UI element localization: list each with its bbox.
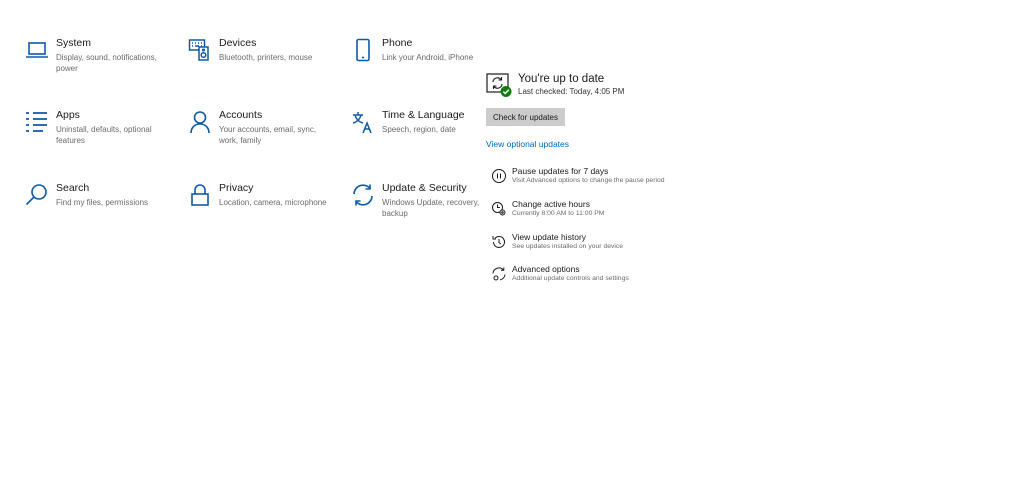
option-title: Change active hours	[512, 199, 590, 209]
keyboard-speaker-icon	[188, 38, 212, 62]
option-description: Additional update controls and settings	[512, 275, 629, 282]
view-optional-updates-link[interactable]: View optional updates	[486, 139, 569, 149]
last-checked-text: Last checked: Today, 4:05 PM	[518, 87, 625, 96]
tile-description: Windows Update, recovery, backup	[382, 198, 480, 218]
tile-description: Location, camera, microphone	[219, 198, 327, 207]
tile-title: Phone	[382, 37, 413, 49]
lock-icon	[188, 183, 212, 207]
phone-icon	[351, 38, 375, 62]
pause-icon	[491, 168, 507, 184]
option-description: See updates installed on your device	[512, 243, 624, 250]
advanced-sync-icon	[491, 266, 507, 282]
option-pause-updates[interactable]: Pause updates for 7 days Visit Advanced …	[491, 166, 781, 192]
option-title: Advanced options	[512, 264, 580, 274]
laptop-icon	[25, 38, 49, 62]
tile-title: Accounts	[219, 109, 263, 121]
sync-icon	[351, 183, 375, 207]
option-title: View update history	[512, 232, 587, 242]
language-icon	[351, 110, 375, 134]
tile-description: Display, sound, notifications, power	[56, 53, 157, 73]
option-description: Currently 8:00 AM to 11:00 PM	[512, 210, 605, 217]
tile-title: Apps	[56, 109, 80, 121]
tile-description: Uninstall, defaults, optional features	[56, 125, 152, 145]
apps-list-icon	[25, 110, 49, 134]
history-icon	[491, 234, 507, 250]
update-status-title: You're up to date	[518, 73, 605, 85]
option-update-history[interactable]: View update history See updates installe…	[491, 232, 781, 258]
person-icon	[188, 110, 212, 134]
option-advanced[interactable]: Advanced options Additional update contr…	[491, 264, 781, 290]
tile-description: Your accounts, email, sync, work, family	[219, 125, 317, 145]
tile-title: Devices	[219, 37, 257, 49]
search-icon	[25, 183, 49, 207]
tile-description: Bluetooth, printers, mouse	[219, 53, 313, 62]
update-status-icon	[486, 72, 512, 98]
tile-title: Time & Language	[382, 109, 465, 121]
check-for-updates-button[interactable]: Check for updates	[486, 108, 565, 126]
tile-title: System	[56, 37, 92, 49]
tile-title: Update & Security	[382, 182, 467, 194]
tile-description: Link your Android, iPhone	[382, 53, 474, 62]
option-active-hours[interactable]: Change active hours Currently 8:00 AM to…	[491, 199, 781, 225]
tile-description: Find my files, permissions	[56, 198, 149, 207]
option-title: Pause updates for 7 days	[512, 166, 609, 176]
tile-title: Privacy	[219, 182, 254, 194]
tile-title: Search	[56, 182, 90, 194]
clock-gear-icon	[491, 201, 507, 217]
option-description: Visit Advanced options to change the pau…	[512, 177, 665, 184]
tile-description: Speech, region, date	[382, 125, 456, 134]
